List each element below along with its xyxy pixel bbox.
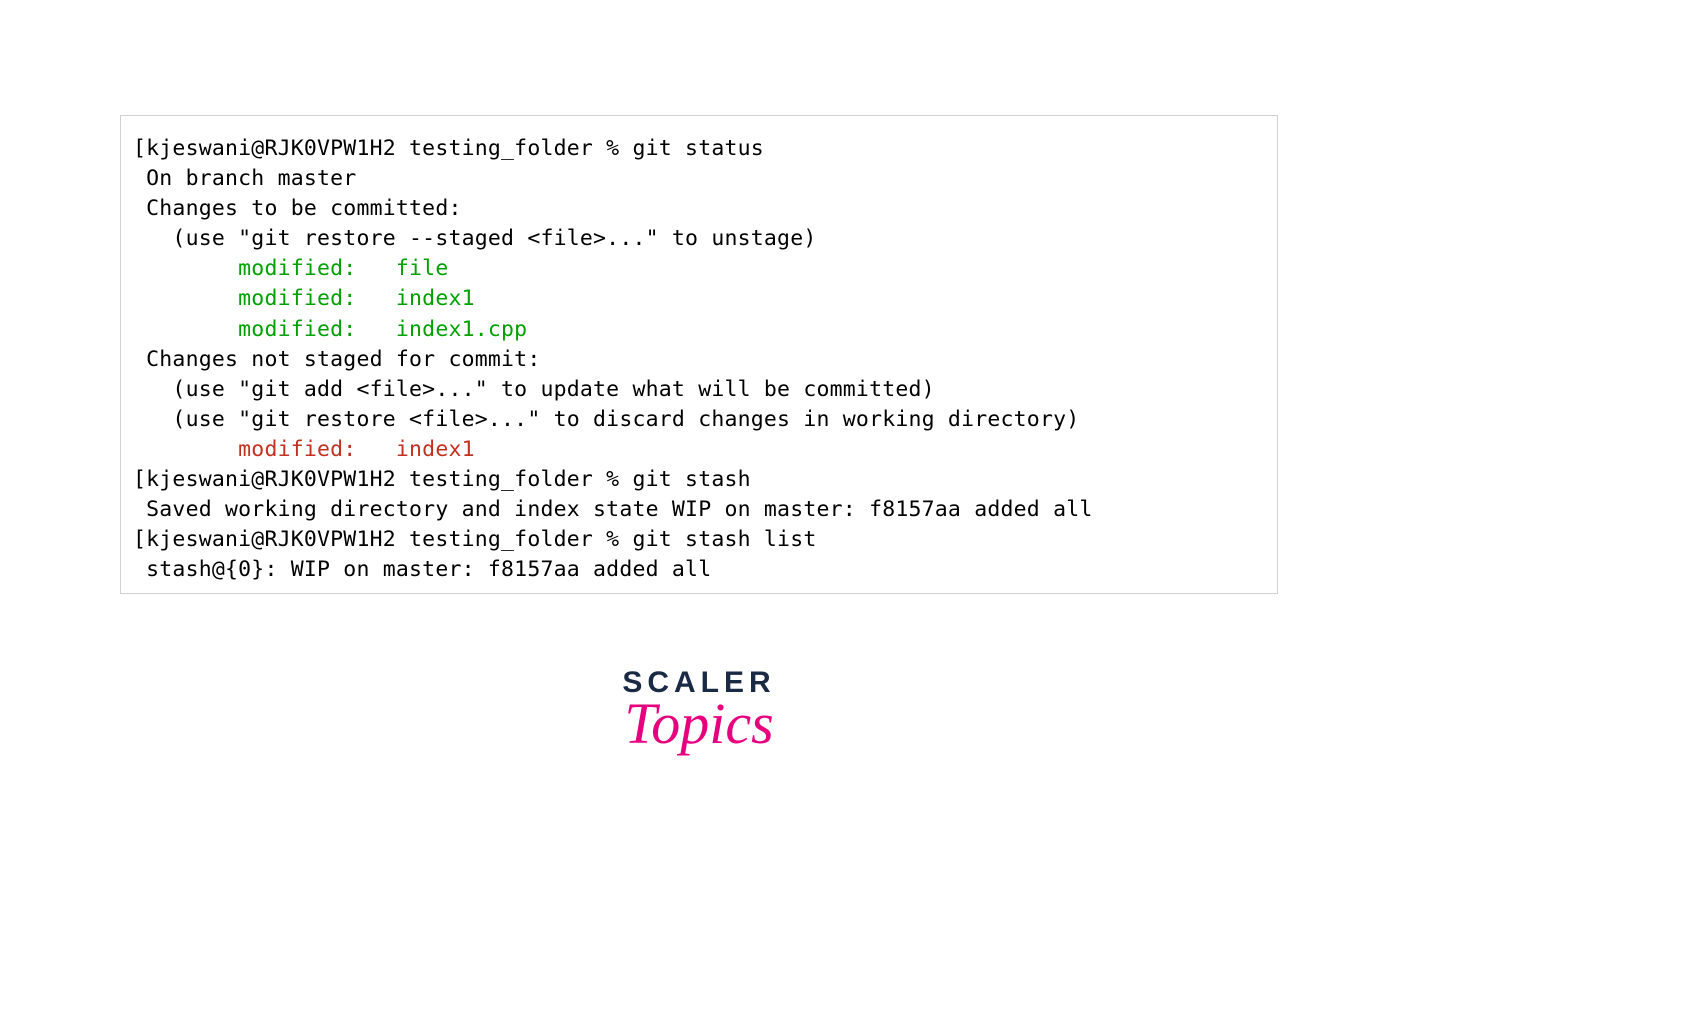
staged-file: modified: index1 bbox=[133, 284, 1265, 314]
branch-line: On branch master bbox=[133, 164, 1265, 194]
prompt-line: [kjeswani@RJK0VPW1H2 testing_folder % gi… bbox=[133, 465, 1265, 495]
prompt-line: [kjeswani@RJK0VPW1H2 testing_folder % gi… bbox=[133, 525, 1265, 555]
changes-header: Changes to be committed: bbox=[133, 194, 1265, 224]
staged-file: modified: file bbox=[133, 254, 1265, 284]
scaler-logo: SCALER Topics bbox=[120, 666, 1278, 757]
add-hint: (use "git add <file>..." to update what … bbox=[133, 375, 1265, 405]
notstaged-header: Changes not staged for commit: bbox=[133, 345, 1265, 375]
unstaged-file: modified: index1 bbox=[133, 435, 1265, 465]
stash-saved-line: Saved working directory and index state … bbox=[133, 495, 1265, 525]
terminal-output: [kjeswani@RJK0VPW1H2 testing_folder % gi… bbox=[120, 115, 1278, 594]
unstage-hint: (use "git restore --staged <file>..." to… bbox=[133, 224, 1265, 254]
restore-hint: (use "git restore <file>..." to discard … bbox=[133, 405, 1265, 435]
prompt-line: [kjeswani@RJK0VPW1H2 testing_folder % gi… bbox=[133, 134, 1265, 164]
staged-file: modified: index1.cpp bbox=[133, 315, 1265, 345]
logo-text-topics: Topics bbox=[120, 690, 1278, 757]
stash-list-line: stash@{0}: WIP on master: f8157aa added … bbox=[133, 555, 1265, 585]
